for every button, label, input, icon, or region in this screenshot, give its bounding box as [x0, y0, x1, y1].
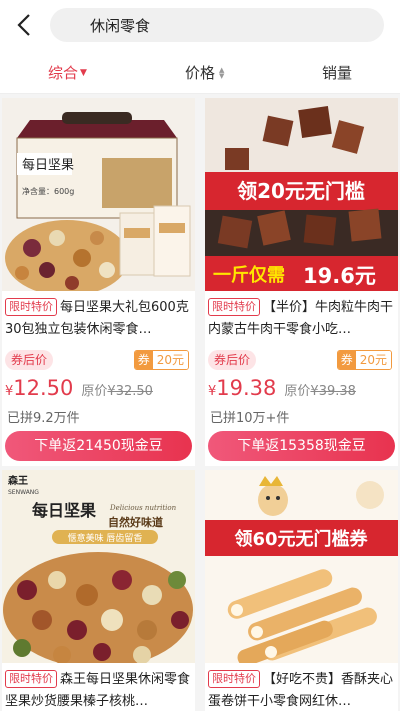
after-coupon-label: 券后价	[208, 350, 257, 370]
cashback-button[interactable]: 下单返15358现金豆	[208, 431, 395, 461]
product-image[interactable]: 领20元无门槛 一斤仅需 19.6元	[205, 98, 398, 291]
product-title[interactable]: 限时特价 每日坚果大礼包600克 30包独立包装休闲零食…	[5, 297, 193, 341]
coupon-badge[interactable]: 券 20元	[133, 350, 189, 370]
original-price-label: 原价	[81, 384, 108, 399]
box-brand: 每日坚果	[22, 157, 74, 173]
promo-price: 19.6元	[303, 264, 376, 288]
after-coupon-label: 券后价	[5, 350, 54, 370]
product-title[interactable]: 限时特价 【好吃不贵】香酥夹心蛋卷饼干小零食网红休…	[208, 669, 396, 711]
back-button[interactable]	[10, 10, 40, 40]
coupon-tag: 券	[337, 351, 356, 369]
tab-sales[interactable]: 销量	[322, 62, 352, 83]
search-input[interactable]: 休闲零食	[50, 8, 384, 42]
top-bar: 休闲零食	[0, 0, 400, 50]
sold-count: 已拼10万+件	[210, 411, 290, 426]
promo-prefix: 一斤仅需	[213, 265, 285, 286]
coupon-badge[interactable]: 券 20元	[336, 350, 392, 370]
subhead: 自然好味道	[108, 515, 163, 529]
product-image[interactable]: 领60元无门槛券	[205, 470, 398, 663]
cashback-button[interactable]: 下单返21450现金豆	[5, 431, 192, 461]
tagline-en: Delicious nutrition	[109, 504, 177, 512]
product-card[interactable]: 领20元无门槛 一斤仅需 19.6元 限时特价 【半价】牛肉粒牛肉干内蒙古牛肉干零…	[205, 98, 398, 466]
coupon-value: 20元	[355, 351, 391, 369]
currency-symbol: ¥	[5, 384, 14, 399]
slogan: 惬意美味 唇齿留香	[68, 532, 143, 544]
limited-offer-badge: 限时特价	[208, 670, 260, 688]
original-price: ¥32.50	[107, 384, 153, 399]
original-price-label: 原价	[284, 384, 311, 399]
tab-price[interactable]: 价格 ▲ ▼	[185, 62, 224, 83]
tab-label: 价格	[185, 64, 216, 82]
product-image[interactable]: 每日坚果 净含量：600g	[2, 98, 195, 291]
product-card[interactable]: 每日坚果 净含量：600g 限时特价 每日坚果大礼包600克 30包独立包装休闲…	[2, 98, 195, 466]
product-card[interactable]: 领60元无门槛券 限时特价 【好吃不贵】香酥夹心蛋卷饼干小零食网红休…	[205, 470, 398, 711]
limited-offer-badge: 限时特价	[5, 670, 57, 688]
currency-symbol: ¥	[208, 384, 217, 399]
original-price: ¥39.38	[310, 384, 356, 399]
sold-count: 已拼9.2万件	[7, 411, 80, 426]
tab-comprehensive[interactable]: 综合 ▼	[48, 62, 87, 83]
banner-text: 领60元无门槛券	[234, 528, 368, 550]
search-query: 休闲零食	[90, 17, 151, 35]
limited-offer-badge: 限时特价	[208, 298, 260, 316]
coupon-tag: 券	[134, 351, 153, 369]
coupon-value: 20元	[152, 351, 188, 369]
product-title[interactable]: 限时特价 【半价】牛肉粒牛肉干内蒙古牛肉干零食小吃…	[208, 297, 396, 341]
product-image[interactable]: 森王 SENWANG Delicious nutrition 每日坚果 自然好味…	[2, 470, 195, 663]
box-label: 净含量：600g	[22, 186, 74, 196]
price-row: ¥ 19.38 原价 ¥39.38	[208, 376, 356, 400]
brand-logo-text: 森王	[7, 474, 28, 487]
tab-label: 销量	[322, 64, 353, 82]
limited-offer-badge: 限时特价	[5, 298, 57, 316]
price-row: ¥ 12.50 原价 ¥32.50	[5, 376, 153, 400]
chevron-left-icon	[17, 14, 30, 36]
product-card[interactable]: 森王 SENWANG Delicious nutrition 每日坚果 自然好味…	[2, 470, 195, 711]
tab-label: 综合	[48, 64, 79, 82]
current-price: 12.50	[13, 376, 74, 400]
sort-tabs: 综合 ▼ 价格 ▲ ▼ 销量	[0, 50, 400, 94]
sort-icon: ▲ ▼	[219, 65, 225, 80]
headline: 每日坚果	[32, 501, 96, 520]
current-price: 19.38	[216, 376, 277, 400]
banner-text: 领20元无门槛	[237, 179, 365, 203]
product-title[interactable]: 限时特价 森王每日坚果休闲零食坚果炒货腰果榛子核桃…	[5, 669, 193, 711]
caret-down-icon: ▼	[80, 67, 87, 78]
brand-logo-en: SENWANG	[8, 489, 39, 496]
